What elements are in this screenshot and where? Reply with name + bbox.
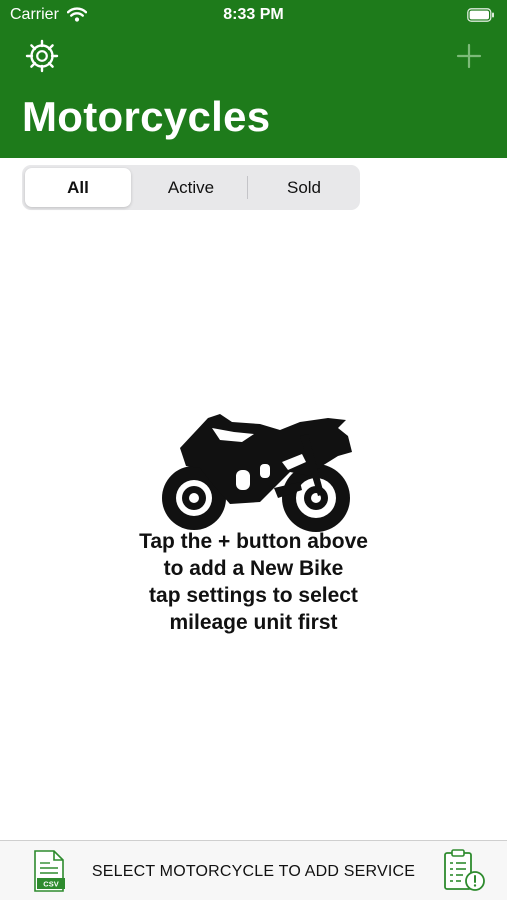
- filter-segmented-control: All Active Sold: [22, 165, 360, 210]
- csv-file-icon: CSV: [30, 850, 68, 897]
- empty-state-line: tap settings to select: [149, 584, 358, 607]
- status-time: 8:33 PM: [223, 6, 284, 23]
- bottom-bar-label: SELECT MOTORCYCLE TO ADD SERVICE: [91, 863, 416, 880]
- add-service-button[interactable]: [441, 849, 487, 893]
- empty-state-message: Tap the + button above to add a New Bike…: [0, 528, 507, 636]
- motorcycle-icon: [150, 406, 358, 537]
- segment-active[interactable]: Active: [138, 168, 244, 207]
- nav-header: Carrier 8:33 PM Motorcycles: [0, 0, 507, 158]
- empty-state-line: to add a New Bike: [163, 557, 344, 580]
- add-bike-button[interactable]: [449, 38, 489, 78]
- status-bar: Carrier 8:33 PM: [0, 0, 507, 30]
- service-clipboard-icon: [441, 849, 487, 897]
- plus-icon: [456, 43, 482, 74]
- battery-icon: [467, 8, 495, 27]
- segment-sold[interactable]: Sold: [251, 168, 357, 207]
- gear-icon: [22, 36, 62, 81]
- segment-divider: [247, 176, 248, 199]
- settings-button[interactable]: [20, 36, 64, 80]
- empty-state-line: mileage unit first: [169, 611, 338, 634]
- segment-all[interactable]: All: [25, 168, 131, 207]
- empty-state-line: Tap the + button above: [139, 530, 368, 553]
- bottom-toolbar: CSV SELECT MOTORCYCLE TO ADD SERVICE: [0, 840, 507, 900]
- page-title: Motorcycles: [22, 93, 271, 140]
